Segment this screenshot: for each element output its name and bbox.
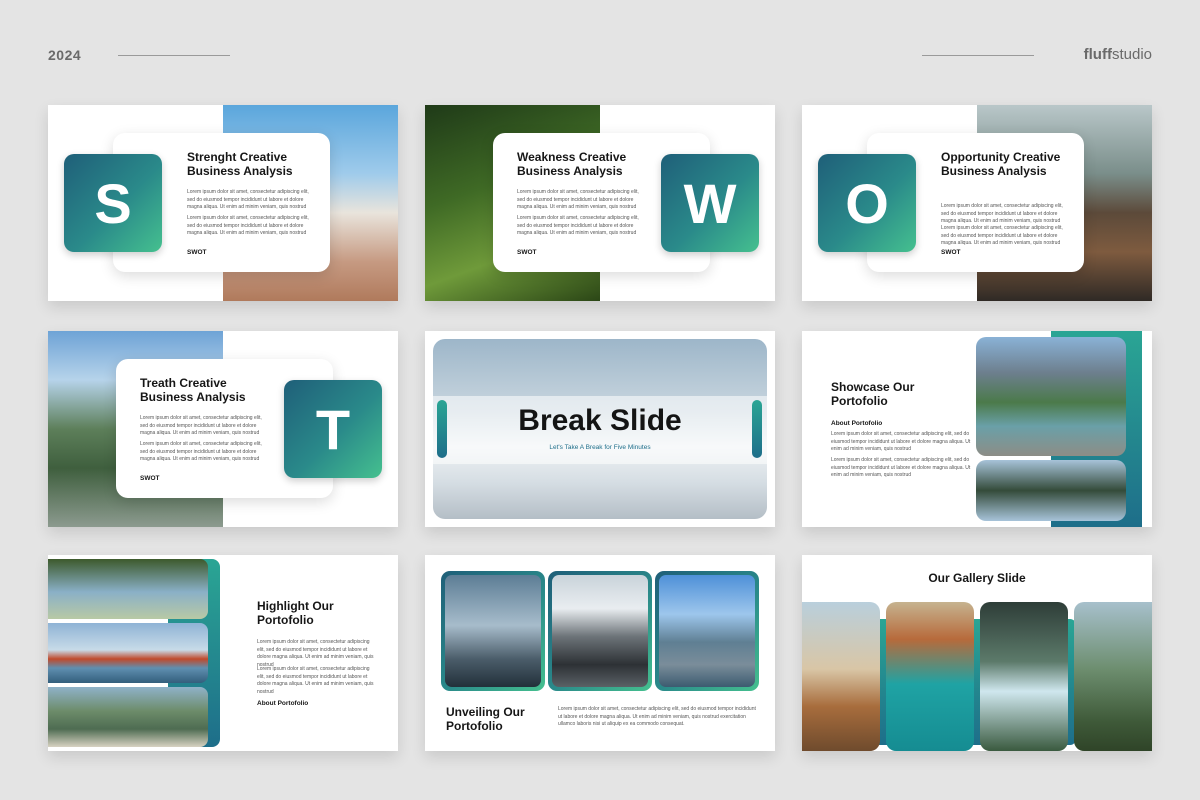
slide-title: Opportunity Creative Business Analysis: [941, 150, 1061, 178]
harbor-photo: [659, 575, 755, 687]
body-text: Lorem ipsum dolor sit amet, consectetur …: [831, 457, 971, 478]
letter-tile: T: [284, 380, 382, 478]
slide-title: Treath Creative Business Analysis: [140, 376, 246, 404]
body-text: Lorem ipsum dolor sit amet, consectetur …: [187, 189, 309, 210]
bridge-photo: [48, 623, 208, 683]
letter-tile: W: [661, 154, 759, 252]
slide-threat[interactable]: T Treath Creative Business Analysis Lore…: [48, 331, 398, 527]
slide-subtitle: About Portofolio: [831, 420, 883, 427]
brand-logo: fluffstudio: [1083, 46, 1152, 63]
indoor-waterfall-photo: [980, 602, 1068, 751]
slide-title: Strenght Creative Business Analysis: [187, 150, 293, 178]
body-text: Lorem ipsum dolor sit amet, consectetur …: [517, 189, 639, 210]
break-subtitle: Let's Take A Break for Five Minutes: [549, 444, 651, 451]
slide-unveiling[interactable]: Unveiling Our Portofolio Lorem ipsum dol…: [425, 555, 775, 751]
slide-showcase[interactable]: Showcase Our Portofolio About Portofolio…: [802, 331, 1152, 527]
forest-cliff-photo: [1074, 602, 1152, 751]
slide-highlight[interactable]: Highlight Our Portofolio Lorem ipsum dol…: [48, 555, 398, 751]
body-text: Lorem ipsum dolor sit amet, consectetur …: [941, 225, 1063, 246]
body-text: Lorem ipsum dolor sit amet, consectetur …: [558, 706, 756, 727]
body-text: Lorem ipsum dolor sit amet, consectetur …: [187, 215, 309, 236]
slide-tag: SWOT: [140, 475, 160, 482]
slide-tag: SWOT: [517, 249, 537, 256]
body-text: Lorem ipsum dolor sit amet, consectetur …: [257, 639, 374, 668]
ferris-wheel-photo: [445, 575, 541, 687]
body-text: Lorem ipsum dolor sit amet, consectetur …: [140, 415, 262, 436]
slide-title: Unveiling Our Portofolio: [446, 705, 525, 733]
body-text: Lorem ipsum dolor sit amet, consectetur …: [140, 441, 262, 462]
lake-photo: [976, 337, 1126, 456]
body-text: Lorem ipsum dolor sit amet, consectetur …: [941, 203, 1063, 224]
cave-photo: [48, 559, 208, 619]
break-title: Break Slide: [518, 404, 682, 437]
slide-weakness[interactable]: W Weakness Creative Business Analysis Lo…: [425, 105, 775, 301]
slide-tag: SWOT: [187, 249, 207, 256]
slide-title: Our Gallery Slide: [928, 571, 1026, 585]
slide-title: Weakness Creative Business Analysis: [517, 150, 627, 178]
slide-strength[interactable]: S Strenght Creative Business Analysis Lo…: [48, 105, 398, 301]
header-divider-right: [922, 55, 1034, 56]
bay-photo: [886, 602, 974, 751]
mirror-lake-photo: [976, 460, 1126, 521]
body-text: Lorem ipsum dolor sit amet, consectetur …: [517, 215, 639, 236]
slide-opportunity[interactable]: O Opportunity Creative Business Analysis…: [802, 105, 1152, 301]
slide-subtitle: About Portofolio: [257, 700, 309, 707]
slide-title: Showcase Our Portofolio: [831, 380, 915, 408]
cliff-photo: [48, 687, 208, 747]
slide-gallery[interactable]: Our Gallery Slide: [802, 555, 1152, 751]
year-label: 2024: [48, 47, 82, 63]
slide-tag: SWOT: [941, 249, 961, 256]
body-text: Lorem ipsum dolor sit amet, consectetur …: [257, 666, 374, 695]
balcony-photo: [802, 602, 880, 751]
slide-title: Highlight Our Portofolio: [257, 599, 334, 627]
body-text: Lorem ipsum dolor sit amet, consectetur …: [831, 431, 971, 452]
slide-break[interactable]: Break Slide Let's Take A Break for Five …: [425, 331, 775, 527]
letter-tile: O: [818, 154, 916, 252]
letter-tile: S: [64, 154, 162, 252]
header-divider-left: [118, 55, 230, 56]
mountain-peak-photo: [552, 575, 648, 687]
